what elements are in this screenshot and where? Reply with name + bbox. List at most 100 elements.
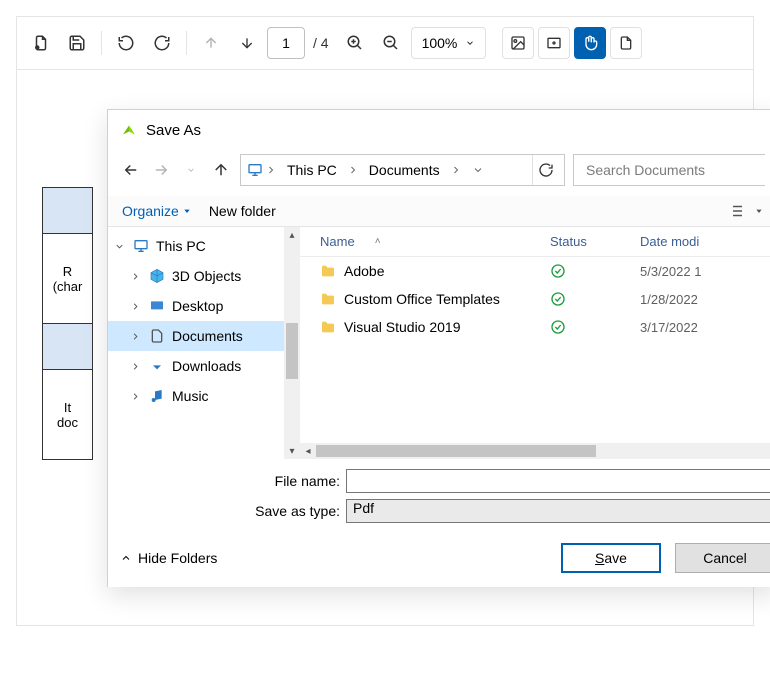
fit-page-button[interactable] xyxy=(538,27,570,59)
dialog-command-row: Organize New folder xyxy=(108,196,770,226)
scroll-thumb[interactable] xyxy=(286,323,298,379)
save-type-value: Pdf xyxy=(353,500,374,516)
chevron-up-icon xyxy=(120,552,132,564)
tree-label: Downloads xyxy=(172,358,241,374)
scroll-down-icon[interactable]: ▾ xyxy=(284,443,300,459)
folder-tree: This PC 3D Objects Desktop Documents xyxy=(108,227,284,459)
tree-downloads[interactable]: Downloads xyxy=(108,351,284,381)
app-logo-icon xyxy=(120,121,138,139)
tree-label: Documents xyxy=(172,328,243,344)
crumb-documents[interactable]: Documents xyxy=(361,155,448,185)
new-folder-button[interactable]: New folder xyxy=(209,203,276,219)
search-box[interactable] xyxy=(573,154,765,186)
background-sheet: R(char Itdoc xyxy=(42,187,93,460)
scroll-up-icon[interactable]: ▴ xyxy=(284,227,300,243)
file-date: 3/17/2022 xyxy=(640,320,770,335)
list-item[interactable]: Adobe 5/3/2022 1 xyxy=(300,257,770,285)
organize-menu[interactable]: Organize xyxy=(122,203,191,219)
column-date[interactable]: Date modi xyxy=(640,234,770,249)
organize-label: Organize xyxy=(122,203,179,219)
cancel-button[interactable]: Cancel xyxy=(675,543,770,573)
sort-indicator-icon: ˄ xyxy=(375,236,381,247)
tree-desktop[interactable]: Desktop xyxy=(108,291,284,321)
chevron-down-icon[interactable] xyxy=(470,164,486,176)
file-date: 5/3/2022 1 xyxy=(640,264,770,279)
file-list: Adobe 5/3/2022 1 Custom Office Templates xyxy=(300,257,770,443)
hand-tool-button[interactable] xyxy=(574,27,606,59)
download-icon xyxy=(148,358,166,374)
tree-label: This PC xyxy=(156,238,206,254)
view-dropdown[interactable] xyxy=(755,207,763,215)
blank-page-button[interactable] xyxy=(610,27,642,59)
toolbar-separator xyxy=(186,31,187,55)
nav-up-button[interactable] xyxy=(210,159,232,181)
desktop-icon xyxy=(148,298,166,314)
image-tool-button[interactable] xyxy=(502,27,534,59)
column-status[interactable]: Status xyxy=(550,234,640,249)
tree-label: Desktop xyxy=(172,298,223,314)
column-name[interactable]: Name ˄ xyxy=(300,234,550,249)
file-hscrollbar[interactable]: ◂ xyxy=(300,443,770,459)
file-name-input[interactable] xyxy=(346,469,770,493)
tree-documents[interactable]: Documents xyxy=(108,321,284,351)
tree-3d-objects[interactable]: 3D Objects xyxy=(108,261,284,291)
list-item[interactable]: Visual Studio 2019 3/17/2022 xyxy=(300,313,770,341)
scroll-left-icon[interactable]: ◂ xyxy=(300,443,316,459)
tree-this-pc[interactable]: This PC xyxy=(108,231,284,261)
pdf-toolbar: / 4 100% xyxy=(17,17,753,70)
app-window: / 4 100% R(char Itdoc xyxy=(16,16,754,626)
zoom-value: 100% xyxy=(422,35,458,51)
save-file-button[interactable] xyxy=(61,27,93,59)
chevron-right-icon[interactable] xyxy=(345,164,361,176)
chevron-right-icon xyxy=(128,391,142,402)
address-bar[interactable]: This PC Documents xyxy=(240,154,565,186)
pc-icon xyxy=(247,162,263,178)
zoom-out-button[interactable] xyxy=(375,27,407,59)
crumb-this-pc[interactable]: This PC xyxy=(279,155,345,185)
folder-icon xyxy=(320,319,336,335)
music-icon xyxy=(148,388,166,404)
folder-icon xyxy=(320,291,336,307)
chevron-right-icon xyxy=(128,331,142,342)
page-down-button[interactable] xyxy=(231,27,263,59)
sheet-r-label: R xyxy=(44,264,91,279)
sheet-it-label: It xyxy=(44,400,91,415)
page-total: / 4 xyxy=(313,35,329,51)
nav-recent-dropdown[interactable] xyxy=(180,159,202,181)
rotate-ccw-button[interactable] xyxy=(110,27,142,59)
status-ok-icon xyxy=(550,319,640,335)
dialog-footer: Hide Folders Save Cancel xyxy=(108,529,770,587)
cube-icon xyxy=(148,268,166,284)
tree-scrollbar[interactable]: ▴ ▾ xyxy=(284,227,300,459)
rotate-cw-button[interactable] xyxy=(146,27,178,59)
zoom-in-button[interactable] xyxy=(339,27,371,59)
refresh-button[interactable] xyxy=(532,155,558,185)
tree-label: Music xyxy=(172,388,209,404)
list-item[interactable]: Custom Office Templates 1/28/2022 xyxy=(300,285,770,313)
scroll-thumb[interactable] xyxy=(316,445,596,457)
nav-back-button[interactable] xyxy=(120,159,142,181)
open-file-button[interactable] xyxy=(25,27,57,59)
dialog-title: Save As xyxy=(146,122,201,139)
chevron-right-icon xyxy=(128,271,142,282)
chevron-down-icon xyxy=(465,38,475,48)
dialog-form: File name: Save as type: Pdf xyxy=(108,459,770,529)
nav-forward-button[interactable] xyxy=(150,159,172,181)
hide-folders-toggle[interactable]: Hide Folders xyxy=(120,550,217,566)
chevron-right-icon[interactable] xyxy=(263,164,279,176)
search-input[interactable] xyxy=(584,161,755,179)
page-input[interactable] xyxy=(267,27,305,59)
sheet-doc-label: doc xyxy=(44,415,91,430)
file-date: 1/28/2022 xyxy=(640,292,770,307)
zoom-select[interactable]: 100% xyxy=(411,27,487,59)
save-type-label: Save as type: xyxy=(108,503,346,519)
dialog-titlebar: Save As xyxy=(108,110,770,150)
save-button[interactable]: Save xyxy=(561,543,661,573)
chevron-right-icon[interactable] xyxy=(448,164,464,176)
tree-music[interactable]: Music xyxy=(108,381,284,411)
file-list-header: Name ˄ Status Date modi xyxy=(300,227,770,257)
page-up-button[interactable] xyxy=(195,27,227,59)
save-type-select[interactable]: Pdf xyxy=(346,499,770,523)
view-mode-button[interactable] xyxy=(727,202,745,220)
save-key: S xyxy=(595,550,604,566)
